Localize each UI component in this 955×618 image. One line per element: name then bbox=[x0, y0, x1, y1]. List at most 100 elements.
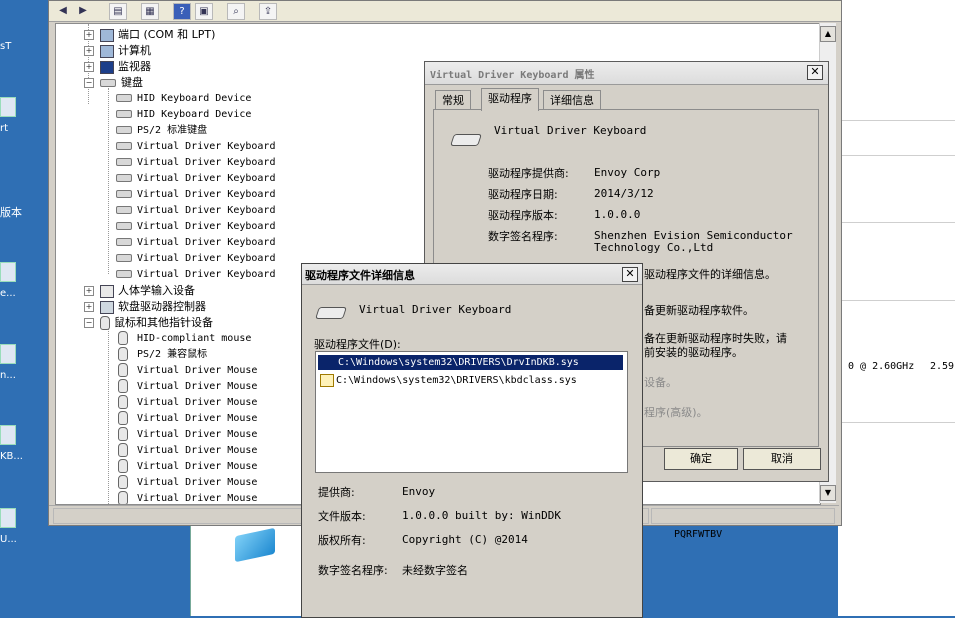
collapse-icon[interactable]: − bbox=[84, 78, 94, 88]
digital-signer-label: 数字签名程序: bbox=[318, 564, 388, 577]
file-list-item[interactable]: C:\Windows\system32\DRIVERS\kbdclass.sys bbox=[318, 373, 623, 388]
tab-general[interactable]: 常规 bbox=[435, 90, 471, 110]
desktop-shortcut-icon[interactable] bbox=[0, 344, 16, 364]
mouse-icon bbox=[118, 331, 128, 345]
scroll-up-icon[interactable]: ▲ bbox=[820, 26, 836, 42]
tree-item-mouse[interactable]: HID-compliant mouse bbox=[118, 331, 251, 347]
mouse-icon bbox=[118, 491, 128, 504]
expand-icon[interactable]: + bbox=[84, 46, 94, 56]
keyboard-icon bbox=[116, 238, 132, 246]
tree-item-keyboard[interactable]: HID Keyboard Device bbox=[116, 107, 251, 123]
tree-item-keyboard[interactable]: Virtual Driver Keyboard bbox=[116, 219, 275, 235]
expand-icon[interactable]: + bbox=[84, 302, 94, 312]
file-path: C:\Windows\system32\DRIVERS\DrvInDKB.sys bbox=[338, 357, 579, 368]
row-divider bbox=[838, 300, 955, 301]
desktop-label-3: 版本 bbox=[0, 206, 22, 219]
category-label: 键盘 bbox=[121, 76, 143, 89]
expand-icon[interactable]: + bbox=[84, 62, 94, 72]
category-label: 计算机 bbox=[118, 44, 151, 57]
tree-item-mouse[interactable]: Virtual Driver Mouse bbox=[118, 443, 257, 459]
keyboard-icon bbox=[116, 158, 132, 166]
file-list-item[interactable]: C:\Windows\system32\DRIVERS\DrvInDKB.sys bbox=[318, 355, 623, 370]
tree-item-keyboard[interactable]: Virtual Driver Keyboard bbox=[116, 155, 275, 171]
mouse-icon bbox=[118, 475, 128, 489]
device-name: Virtual Driver Keyboard bbox=[494, 124, 647, 137]
cancel-button[interactable]: 取消 bbox=[743, 448, 821, 470]
desktop-shortcut-icon[interactable] bbox=[0, 508, 16, 528]
cpu-speed-text: 2.59 bbox=[930, 361, 955, 372]
tree-item-keyboard[interactable]: Virtual Driver Keyboard bbox=[116, 139, 275, 155]
device-name: Virtual Driver Keyboard bbox=[359, 303, 512, 316]
copyright-value: Copyright (C) @2014 bbox=[402, 533, 528, 546]
dialog-title: 驱动程序文件详细信息 bbox=[305, 269, 415, 282]
driver-date-label: 驱动程序日期: bbox=[488, 188, 558, 201]
provider-label: 驱动程序提供商: bbox=[488, 167, 569, 180]
update-driver-icon[interactable]: ⇪ bbox=[259, 3, 277, 20]
mouse-icon bbox=[118, 443, 128, 457]
tree-line bbox=[108, 88, 109, 274]
tree-item-mouse[interactable]: Virtual Driver Mouse bbox=[118, 427, 257, 443]
tree-item-mouse[interactable]: Virtual Driver Mouse bbox=[118, 475, 257, 491]
ok-button[interactable]: 确定 bbox=[664, 448, 738, 470]
properties-icon[interactable]: ▦ bbox=[141, 3, 159, 20]
tree-item-keyboard[interactable]: PS/2 标准键盘 bbox=[116, 123, 207, 139]
tree-item-mouse[interactable]: Virtual Driver Mouse bbox=[118, 491, 257, 504]
background-window: 0 @ 2.60GHz 2.59 bbox=[838, 0, 955, 616]
tree-item-mouse[interactable]: PS/2 兼容鼠标 bbox=[118, 347, 207, 363]
tree-item-keyboard[interactable]: Virtual Driver Keyboard bbox=[116, 171, 275, 187]
back-arrow-icon[interactable]: ◀ bbox=[55, 3, 71, 18]
mouse-icon bbox=[118, 363, 128, 377]
computer-icon bbox=[100, 44, 114, 58]
device-label: HID Keyboard Device bbox=[137, 93, 252, 104]
tab-driver[interactable]: 驱动程序 bbox=[481, 88, 539, 111]
desktop-label-2: rt bbox=[0, 123, 9, 134]
tab-details[interactable]: 详细信息 bbox=[543, 90, 601, 110]
desktop-shortcut-icon[interactable] bbox=[0, 97, 16, 117]
tree-item-keyboard[interactable]: Virtual Driver Keyboard bbox=[116, 187, 275, 203]
device-label: Virtual Driver Keyboard bbox=[137, 253, 276, 264]
tree-item-keyboard[interactable]: Virtual Driver Keyboard bbox=[116, 267, 275, 283]
floppy-controller-icon bbox=[100, 300, 114, 314]
desktop-label-5: n... bbox=[0, 370, 16, 381]
tree-item-mouse[interactable]: Virtual Driver Mouse bbox=[118, 379, 257, 395]
desktop-shortcut-icon[interactable] bbox=[0, 425, 16, 445]
tree-item-keyboard[interactable]: Virtual Driver Keyboard bbox=[116, 251, 275, 267]
tree-item-mouse[interactable]: Virtual Driver Mouse bbox=[118, 411, 257, 427]
monitor-icon bbox=[100, 60, 114, 74]
expand-icon[interactable]: + bbox=[84, 286, 94, 296]
device-label: Virtual Driver Keyboard bbox=[137, 157, 276, 168]
dialog-title: Virtual Driver Keyboard 属性 bbox=[430, 70, 595, 81]
tree-item-mouse[interactable]: Virtual Driver Mouse bbox=[118, 363, 257, 379]
desktop-shortcut-icon[interactable] bbox=[0, 262, 16, 282]
device-label: Virtual Driver Keyboard bbox=[137, 221, 276, 232]
scroll-down-icon[interactable]: ▼ bbox=[820, 485, 836, 501]
collapse-icon[interactable]: − bbox=[84, 318, 94, 328]
category-label: 端口 (COM 和 LPT) bbox=[118, 28, 216, 41]
expand-icon[interactable]: + bbox=[84, 30, 94, 40]
driver-file-list[interactable]: C:\Windows\system32\DRIVERS\DrvInDKB.sys… bbox=[315, 351, 628, 473]
help-icon[interactable]: ? bbox=[173, 3, 191, 20]
product-key-text: PQRFWTBV bbox=[674, 529, 723, 540]
tree-item-mouse[interactable]: Virtual Driver Mouse bbox=[118, 459, 257, 475]
row-divider bbox=[838, 155, 955, 156]
keyboard-icon bbox=[116, 270, 132, 278]
certificate-file-icon bbox=[320, 373, 334, 387]
tree-item-mouse[interactable]: Virtual Driver Mouse bbox=[118, 395, 257, 411]
driver-date-value: 2014/3/12 bbox=[594, 187, 654, 200]
view-icon[interactable]: ▣ bbox=[195, 3, 213, 20]
close-icon[interactable]: ✕ bbox=[807, 65, 823, 80]
category-label: 软盘驱动器控制器 bbox=[118, 300, 206, 313]
mouse-icon bbox=[118, 395, 128, 409]
tree-item-keyboard[interactable]: Virtual Driver Keyboard bbox=[116, 235, 275, 251]
device-label: Virtual Driver Keyboard bbox=[137, 205, 276, 216]
tree-item-keyboard[interactable]: HID Keyboard Device bbox=[116, 91, 251, 107]
show-hide-tree-icon[interactable]: ▤ bbox=[109, 3, 127, 20]
close-icon[interactable]: ✕ bbox=[622, 267, 638, 282]
device-label: Virtual Driver Mouse bbox=[137, 477, 258, 488]
row-divider bbox=[838, 222, 955, 223]
tree-item-keyboard[interactable]: Virtual Driver Keyboard bbox=[116, 203, 275, 219]
mouse-icon bbox=[118, 347, 128, 361]
forward-arrow-icon[interactable]: ▶ bbox=[75, 3, 91, 18]
scan-hardware-icon[interactable]: ⌕ bbox=[227, 3, 245, 20]
keyboard-icon bbox=[116, 174, 132, 182]
